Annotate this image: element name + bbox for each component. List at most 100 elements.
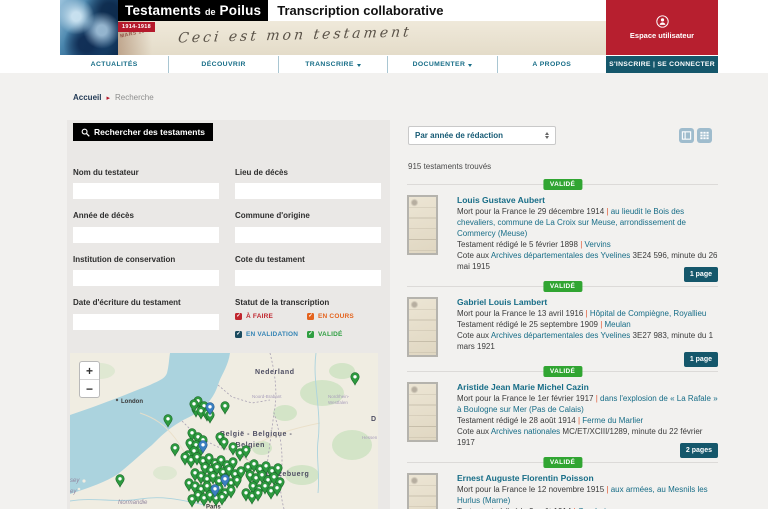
- user-space-label: Espace utilisateur: [629, 31, 695, 40]
- nav-decouvrir[interactable]: DÉCOUVRIR: [168, 56, 277, 73]
- death-line: Mort pour la France le 1er février 1917 …: [457, 393, 718, 415]
- site-title[interactable]: Testaments de Poilus: [118, 0, 269, 21]
- death-place-link[interactable]: Hôpital de Compiègne, Royallieu: [590, 309, 707, 318]
- list-view-icon: [681, 131, 692, 140]
- results-list: VALIDÉ Louis Gustave Aubert Mort pour la…: [407, 179, 718, 509]
- nav-a-propos[interactable]: A PROPOS: [496, 56, 606, 73]
- testator-name-link[interactable]: Ernest Auguste Florentin Poisson: [457, 473, 718, 484]
- death-line: Mort pour la France le 13 avril 1916 | H…: [457, 308, 718, 319]
- cote-line: Cote aux Archives départementales des Yv…: [457, 330, 718, 352]
- testament-thumbnail[interactable]: [407, 195, 438, 255]
- site-header: Testaments de Poilus Transcription colla…: [60, 0, 718, 55]
- search-panel-title: Rechercher des testaments: [73, 123, 214, 141]
- title-row: Testaments de Poilus Transcription colla…: [118, 0, 606, 21]
- cote-prefix-text: Cote aux: [457, 427, 491, 436]
- field-label: Cote du testament: [235, 254, 305, 264]
- breadcrumb-home-link[interactable]: Accueil: [73, 93, 101, 102]
- field-nom-testateur: Nom du testateur: [73, 168, 219, 199]
- status-filter-a-faire[interactable]: À FAIRE: [235, 313, 307, 320]
- view-toggles: [679, 128, 712, 143]
- field-commune-origine: Commune d'origine: [235, 211, 381, 243]
- sort-select[interactable]: Par année de rédaction: [408, 126, 556, 145]
- status-filter-label: À FAIRE: [246, 313, 274, 320]
- checkbox-checked-icon[interactable]: [307, 331, 314, 338]
- date-ecriture-input[interactable]: [73, 313, 219, 330]
- field-cote: Cote du testament: [235, 254, 381, 286]
- site-title-word1: Testaments: [125, 3, 202, 18]
- field-label: Date d'écriture du testament: [73, 298, 181, 307]
- annee-deces-input[interactable]: [73, 226, 219, 243]
- checkbox-checked-icon[interactable]: [235, 331, 242, 338]
- status-badge: VALIDÉ: [542, 366, 583, 377]
- status-filter-label: EN VALIDATION: [246, 331, 299, 338]
- map-svg: London Nederland Noord-Brabant België - …: [70, 353, 378, 509]
- map-label-netherlands: Nederland: [255, 369, 295, 376]
- grid-view-button[interactable]: [697, 128, 712, 143]
- nav-transcrire[interactable]: TRANSCRIRE: [277, 56, 387, 73]
- field-institution: Institution de conservation: [73, 255, 219, 286]
- nav-documenter[interactable]: DOCUMENTER: [387, 56, 496, 73]
- status-filter-grid: À FAIRE EN COURS EN VALIDATION VALIDÉ: [235, 313, 381, 338]
- sort-select-value: Par année de rédaction: [415, 131, 504, 140]
- nom-testateur-input[interactable]: [73, 183, 219, 199]
- testament-thumbnail[interactable]: [407, 473, 438, 509]
- death-line: Mort pour la France le 12 novembre 1915 …: [457, 484, 718, 506]
- cote-prefix-text: Cote aux: [457, 331, 491, 340]
- testament-thumbnail[interactable]: [407, 382, 438, 442]
- testator-name-link[interactable]: Aristide Jean Marie Michel Cazin: [457, 382, 718, 393]
- chevron-down-icon: [356, 63, 361, 67]
- page: Testaments de Poilus Transcription colla…: [0, 0, 768, 509]
- checkbox-checked-icon[interactable]: [235, 313, 242, 320]
- status-filter-valide[interactable]: VALIDÉ: [307, 331, 381, 338]
- breadcrumb-arrow-icon: ▸: [106, 94, 110, 102]
- result-item[interactable]: VALIDÉ Aristide Jean Marie Michel Cazin …: [407, 366, 718, 462]
- field-annee-deces: Année de décès: [73, 211, 219, 243]
- redaction-line: Testament rédigé le 28 août 1914 | Ferme…: [457, 415, 718, 426]
- map-label-germany: D: [371, 416, 377, 423]
- user-space-button[interactable]: Espace utilisateur: [606, 0, 718, 55]
- result-item[interactable]: VALIDÉ Ernest Auguste Florentin Poisson …: [407, 457, 718, 509]
- results-map[interactable]: + − London Nederland Noord-Brabant Belgi…: [70, 353, 378, 509]
- results-count: 915 testaments trouvés: [408, 162, 492, 171]
- archive-link[interactable]: Archives nationales: [491, 427, 560, 436]
- cote-input[interactable]: [235, 270, 381, 286]
- redaction-place-link[interactable]: Vervins: [585, 240, 611, 249]
- handwriting-text: Ceci est mon testament: [177, 24, 413, 47]
- result-item[interactable]: VALIDÉ Louis Gustave Aubert Mort pour la…: [407, 179, 718, 286]
- map-zoom-out-button[interactable]: −: [80, 380, 99, 397]
- nav-actualites[interactable]: ACTUALITÉS: [60, 56, 168, 73]
- status-filter-title: Statut de la transcription: [235, 298, 330, 307]
- testament-thumbnail[interactable]: [407, 297, 438, 357]
- redaction-date-text: Testament rédigé le 25 septembre 1909: [457, 320, 598, 329]
- status-filter-block: Statut de la transcription À FAIRE EN CO…: [235, 298, 381, 338]
- map-label-nrw-2: Westfalen: [328, 400, 348, 405]
- status-filter-en-validation[interactable]: EN VALIDATION: [235, 331, 307, 338]
- status-filter-en-cours[interactable]: EN COURS: [307, 313, 381, 320]
- commune-origine-input[interactable]: [235, 226, 381, 243]
- institution-input[interactable]: [73, 270, 219, 286]
- testator-name-link[interactable]: Louis Gustave Aubert: [457, 195, 718, 206]
- signin-connect-links[interactable]: S'INSCRIRE | SE CONNECTER: [606, 56, 719, 73]
- field-date-ecriture: Date d'écriture du testament: [73, 298, 219, 338]
- main-nav: ACTUALITÉS DÉCOUVRIR TRANSCRIRE DOCUMENT…: [60, 56, 719, 73]
- field-label: Lieu de décès: [235, 167, 288, 177]
- user-icon: [655, 15, 669, 28]
- result-item[interactable]: VALIDÉ Gabriel Louis Lambert Mort pour l…: [407, 281, 718, 371]
- checkbox-checked-icon[interactable]: [307, 313, 314, 320]
- lieu-deces-input[interactable]: [235, 183, 381, 199]
- redaction-place-link[interactable]: Ferme du Marlier: [582, 416, 643, 425]
- map-label-belgium-1: België - Belgique -: [220, 431, 293, 438]
- search-form: Nom du testateur Lieu de décès Année de …: [67, 142, 390, 351]
- testator-name-link[interactable]: Gabriel Louis Lambert: [457, 297, 718, 308]
- grid-view-icon: [700, 131, 709, 140]
- ww1-soldiers-photo: [60, 0, 118, 55]
- death-date-text: Mort pour la France le 1er février 1917: [457, 394, 594, 403]
- map-zoom-in-button[interactable]: +: [80, 362, 99, 380]
- archive-link[interactable]: Archives départementales des Yvelines: [491, 251, 631, 260]
- archive-link[interactable]: Archives départementales des Yvelines: [491, 331, 631, 340]
- breadcrumb-current: Recherche: [114, 93, 154, 102]
- map-label-nrw-1: Nordrhein-: [328, 394, 350, 399]
- redaction-place-link[interactable]: Meulan: [605, 320, 631, 329]
- list-view-button[interactable]: [679, 128, 694, 143]
- redaction-date-text: Testament rédigé le 28 août 1914: [457, 416, 576, 425]
